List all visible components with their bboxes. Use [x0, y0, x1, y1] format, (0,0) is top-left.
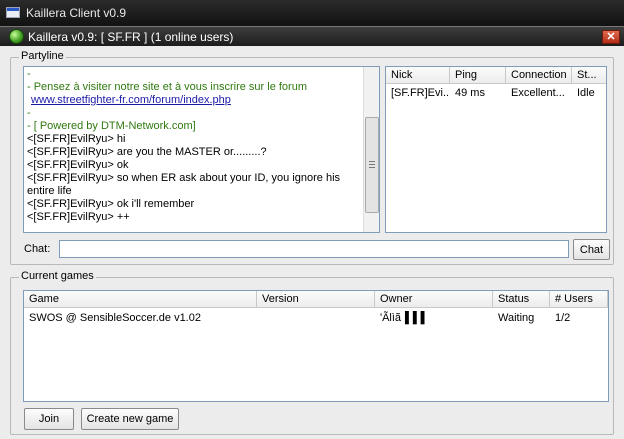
- partyline-group: Partyline -- Pensez à visiter notre site…: [10, 50, 614, 265]
- outer-window-title: Kaillera Client v0.9: [26, 6, 127, 20]
- game-row[interactable]: SWOS @ SensibleSoccer.de v1.02 'Ãlìã▐▐▐ …: [24, 310, 608, 326]
- partyline-label: Partyline: [19, 50, 66, 62]
- column-header-version[interactable]: Version: [257, 291, 375, 308]
- chat-message: <[SF.FR]EvilRyu> are you the MASTER or..…: [27, 146, 267, 158]
- column-header-users[interactable]: # Users: [550, 291, 608, 308]
- chat-message: <[SF.FR]EvilRyu> ++: [27, 211, 130, 223]
- chat-message: <[SF.FR]EvilRyu> ok: [27, 159, 129, 171]
- user-ping: 49 ms: [455, 87, 485, 99]
- kaillera-globe-icon: [9, 29, 24, 44]
- column-header-nick[interactable]: Nick: [386, 67, 450, 84]
- column-header-owner[interactable]: Owner: [375, 291, 493, 308]
- create-new-game-button[interactable]: Create new game: [81, 408, 179, 430]
- user-row[interactable]: [SF.FR]Evi... 49 ms Excellent... Idle: [386, 85, 606, 101]
- join-button[interactable]: Join: [24, 408, 74, 430]
- column-header-game[interactable]: Game: [24, 291, 257, 308]
- chat-message: <[SF.FR]EvilRyu> so when ER ask about yo…: [27, 172, 341, 197]
- user-nick: [SF.FR]Evi...: [391, 87, 450, 99]
- client-area: Partyline -- Pensez à visiter notre site…: [0, 46, 624, 439]
- chat-message: -: [27, 68, 31, 80]
- chat-send-button[interactable]: Chat: [573, 239, 610, 260]
- scroll-grip-icon: [369, 161, 375, 168]
- chat-message: <[SF.FR]EvilRyu> ok i'll remember: [27, 198, 195, 210]
- game-name: SWOS @ SensibleSoccer.de v1.02: [29, 312, 201, 324]
- chat-lines: -- Pensez à visiter notre site et à vous…: [27, 68, 362, 224]
- chat-message: <[SF.FR]EvilRyu> hi: [27, 133, 126, 145]
- games-list-header: Game Version Owner Status # Users: [24, 291, 608, 308]
- user-status: Idle: [577, 87, 595, 99]
- user-connection: Excellent...: [511, 87, 565, 99]
- chat-scrollbar[interactable]: [363, 67, 379, 232]
- chat-message[interactable]: www.streetfighter-fr.com/forum/index.php: [31, 94, 362, 107]
- chat-message: -: [27, 107, 31, 119]
- window-icon: [6, 7, 20, 18]
- column-header-game-status[interactable]: Status: [493, 291, 550, 308]
- chat-input[interactable]: [59, 240, 569, 258]
- chat-message: - [ Powered by DTM-Network.com]: [27, 120, 196, 132]
- outer-title-bar: Kaillera Client v0.9: [0, 0, 624, 27]
- users-list-header: Nick Ping Connection St...: [386, 67, 606, 84]
- game-version: [257, 310, 375, 326]
- game-status: Waiting: [498, 312, 535, 324]
- column-header-status[interactable]: St...: [572, 67, 606, 84]
- column-header-connection[interactable]: Connection: [506, 67, 572, 84]
- game-users: 1/2: [555, 312, 571, 324]
- games-list[interactable]: Game Version Owner Status # Users SWOS @…: [23, 290, 609, 402]
- chat-label: Chat:: [24, 243, 51, 255]
- window-title-bar: Kaillera v0.9: [ SF.FR ] (1 online users…: [0, 26, 624, 46]
- current-games-group: Current games Game Version Owner Status …: [10, 270, 614, 435]
- close-button[interactable]: ✕: [602, 30, 620, 44]
- chat-log[interactable]: -- Pensez à visiter notre site et à vous…: [23, 66, 380, 233]
- chat-scroll-thumb[interactable]: [365, 117, 379, 213]
- current-games-label: Current games: [19, 270, 96, 282]
- users-list[interactable]: Nick Ping Connection St... [SF.FR]Evi...…: [385, 66, 607, 233]
- game-owner: 'Ãlìã▐▐▐: [380, 312, 425, 324]
- window-title: Kaillera v0.9: [ SF.FR ] (1 online users…: [28, 30, 234, 44]
- column-header-ping[interactable]: Ping: [450, 67, 506, 84]
- chat-message: - Pensez à visiter notre site et à vous …: [27, 81, 307, 93]
